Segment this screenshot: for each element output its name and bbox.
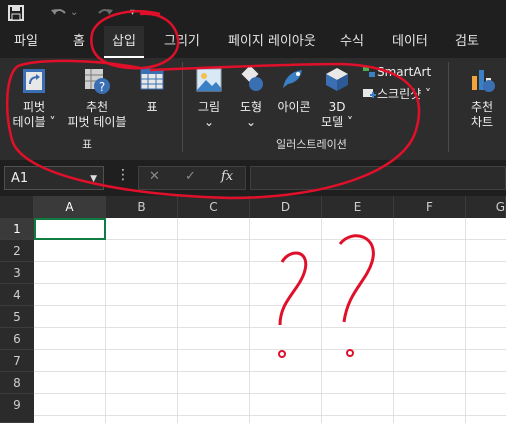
quick-access-toolbar: ⌄ ▾	[0, 0, 506, 26]
recommended-pivot-icon: ?	[85, 69, 110, 94]
smartart-button[interactable]: SmartArt	[377, 65, 431, 80]
pivot-table-label-2: 테이블 ˅	[12, 115, 56, 129]
row-header[interactable]: 9	[0, 394, 34, 423]
column-header[interactable]: D	[250, 196, 322, 218]
name-box-dropdown-icon[interactable]: ▼	[90, 167, 97, 191]
3d-models-label-2: 모델 ˅	[321, 115, 353, 129]
tab-page-layout[interactable]: 페이지 레이아웃	[228, 26, 316, 58]
cell-area[interactable]	[34, 218, 506, 423]
tab-draw[interactable]: 그리기	[164, 26, 200, 58]
insert-function-icon[interactable]: fx	[221, 169, 233, 184]
enter-icon[interactable]: ✓	[185, 169, 196, 184]
row-header[interactable]: 4	[0, 284, 34, 306]
row-header[interactable]: 2	[0, 240, 34, 262]
customize-icon[interactable]: ▾	[130, 3, 135, 23]
column-header[interactable]: G	[466, 196, 506, 218]
redo-icon[interactable]	[96, 6, 114, 20]
ribbon-tabs: 파일 홈 삽입 그리기 페이지 레이아웃 수식 데이터 검토	[0, 26, 506, 58]
tab-insert[interactable]: 삽입	[104, 26, 144, 58]
column-header[interactable]: B	[106, 196, 178, 218]
recommended-pivot-button[interactable]: 추천 피벗 테이블	[62, 100, 132, 130]
pivot-table-label-1: 피벗	[22, 100, 46, 114]
recommended-pivot-label-2: 피벗 테이블	[67, 115, 127, 129]
ribbon: 피벗 테이블 ˅ ? 추천 피벗 테이블 표 표 그림 ⌄ 도형 ⌄ 아이콘 3…	[0, 58, 506, 160]
shapes-button[interactable]: 도형 ⌄	[234, 100, 268, 130]
svg-text:?: ?	[99, 80, 105, 94]
select-all-corner[interactable]	[0, 196, 34, 218]
undo-dropdown-icon[interactable]: ⌄	[70, 3, 78, 23]
column-header[interactable]: E	[322, 196, 394, 218]
table-button[interactable]: 표	[138, 100, 166, 115]
ribbon-separator	[448, 62, 449, 152]
column-header[interactable]: A	[34, 196, 106, 218]
tab-formulas[interactable]: 수식	[340, 26, 364, 58]
table-icon	[140, 68, 164, 90]
recommended-charts-button[interactable]: 추천 차트	[462, 100, 502, 130]
recommended-charts-label-2: 차트	[470, 115, 494, 129]
more-options-icon[interactable]: ⋮	[116, 167, 130, 183]
screenshot-button[interactable]: 스크린샷 ˅	[377, 87, 431, 102]
tab-file[interactable]: 파일	[14, 26, 38, 58]
pictures-dropdown-icon: ⌄	[203, 115, 215, 129]
illustrations-group-label: 일러스트레이션	[276, 138, 347, 151]
ribbon-separator	[182, 62, 183, 152]
row-header[interactable]: 6	[0, 328, 34, 350]
column-header[interactable]: F	[394, 196, 466, 218]
row-header[interactable]: 1	[0, 218, 34, 240]
tab-home[interactable]: 홈	[73, 26, 85, 58]
pictures-label: 그림	[197, 100, 221, 114]
3d-models-button[interactable]: 3D 모델 ˅	[316, 100, 358, 130]
pictures-icon	[196, 68, 222, 92]
formula-buttons: ✕ ✓ fx	[138, 166, 246, 190]
tables-group-label: 표	[82, 138, 93, 151]
name-box-value: A1	[11, 171, 29, 186]
recommended-pivot-label-1: 추천	[85, 100, 109, 114]
recommended-charts-label-1: 추천	[470, 100, 494, 114]
shapes-icon	[241, 66, 263, 91]
selected-cell-a1[interactable]	[34, 218, 106, 240]
formula-input[interactable]	[250, 166, 506, 190]
3d-models-label-1: 3D	[328, 100, 346, 114]
pivot-table-button[interactable]: 피벗 테이블 ˅	[8, 100, 60, 130]
screenshot-icon	[363, 89, 376, 98]
formula-bar: A1 ▼ ⋮ ✕ ✓ fx	[0, 160, 506, 196]
smartart-icon	[363, 66, 375, 77]
recommended-charts-icon	[472, 70, 495, 92]
shapes-label: 도형	[239, 100, 263, 114]
pictures-button[interactable]: 그림 ⌄	[192, 100, 226, 130]
tab-review[interactable]: 검토	[455, 26, 479, 58]
save-icon[interactable]	[8, 5, 24, 21]
3d-models-icon	[326, 68, 348, 91]
pivot-table-icon	[23, 69, 45, 93]
column-header[interactable]: C	[178, 196, 250, 218]
row-header[interactable]: 8	[0, 372, 34, 394]
row-header[interactable]: 5	[0, 306, 34, 328]
icons-button[interactable]: 아이콘	[272, 100, 316, 115]
tab-data[interactable]: 데이터	[392, 26, 428, 58]
cancel-icon[interactable]: ✕	[149, 169, 160, 184]
icons-icon	[283, 70, 302, 88]
row-header[interactable]: 3	[0, 262, 34, 284]
name-box[interactable]: A1 ▼	[4, 166, 104, 190]
shapes-dropdown-icon: ⌄	[245, 115, 257, 129]
undo-icon[interactable]	[50, 6, 68, 20]
row-header[interactable]: 7	[0, 350, 34, 372]
worksheet-grid: A B C D E F G 1 2 3 4 5 6 7 8 9	[0, 196, 506, 423]
